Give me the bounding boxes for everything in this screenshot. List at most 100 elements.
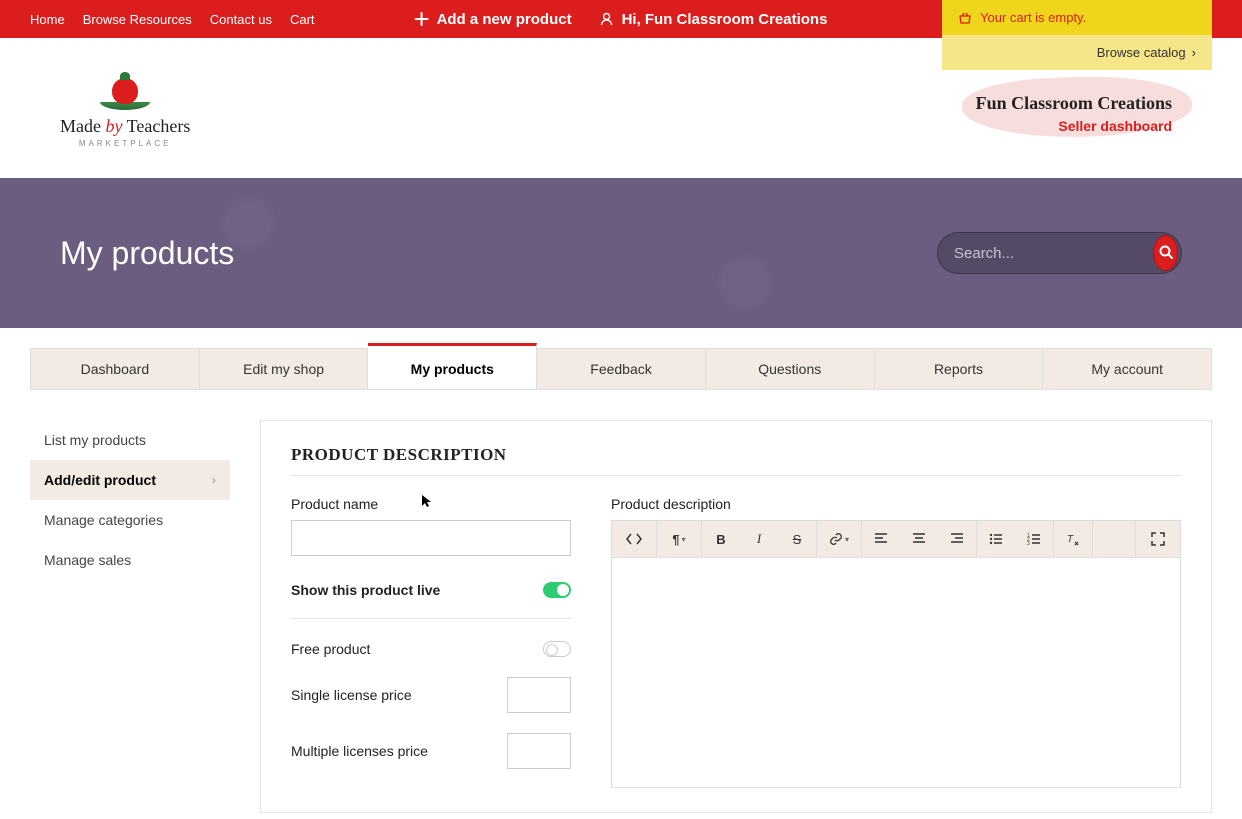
sidebar-item-manage-sales[interactable]: Manage sales [30, 540, 230, 580]
nav-contact-us[interactable]: Contact us [210, 12, 272, 27]
sidebar-item-add-edit-product[interactable]: Add/edit product › [30, 460, 230, 500]
sidebar-item-label: List my products [44, 432, 146, 448]
top-nav-center: Add a new product Hi, Fun Classroom Crea… [415, 11, 828, 28]
svg-text:T: T [1067, 534, 1074, 545]
browse-catalog-row[interactable]: Browse catalog › [942, 35, 1212, 70]
fullscreen-icon [1151, 532, 1165, 546]
search-button[interactable] [1153, 235, 1178, 271]
plus-icon [415, 12, 429, 26]
rte-fullscreen-button[interactable] [1136, 521, 1180, 557]
logo-icon [100, 78, 150, 110]
top-nav-bar: Home Browse Resources Contact us Cart Ad… [0, 0, 1242, 38]
dashboard-badge: Fun Classroom Creations Seller dashboard [976, 93, 1182, 134]
rte-unordered-list-button[interactable] [977, 521, 1015, 557]
cart-empty-row[interactable]: Your cart is empty. [942, 0, 1212, 35]
main-content: List my products Add/edit product › Mana… [0, 390, 1242, 813]
side-menu: List my products Add/edit product › Mana… [30, 420, 230, 813]
main-tabs: Dashboard Edit my shop My products Feedb… [30, 348, 1212, 390]
svg-text:3: 3 [1027, 541, 1030, 545]
site-logo[interactable]: Made by Teachers MARKETPLACE [60, 78, 190, 148]
nav-cart[interactable]: Cart [290, 12, 315, 27]
bold-icon: B [716, 532, 725, 547]
search-icon [1158, 244, 1174, 263]
strikethrough-icon: S [793, 532, 802, 547]
rte-align-right-button[interactable] [938, 521, 976, 557]
divider [291, 618, 571, 619]
rte-bold-button[interactable]: B [702, 521, 740, 557]
rte-align-left-button[interactable] [862, 521, 900, 557]
tab-my-account[interactable]: My account [1043, 349, 1211, 389]
tabs-container: Dashboard Edit my shop My products Feedb… [0, 348, 1242, 390]
chevron-right-icon: › [212, 473, 216, 487]
rte-editor-area[interactable] [611, 558, 1181, 788]
sidebar-item-label: Add/edit product [44, 472, 156, 488]
logo-word-made: Made [60, 116, 105, 136]
single-price-input[interactable] [507, 677, 571, 713]
show-live-label: Show this product live [291, 582, 440, 598]
sidebar-item-label: Manage sales [44, 552, 131, 568]
code-icon [626, 533, 642, 545]
multi-price-label: Multiple licenses price [291, 743, 428, 759]
sidebar-item-label: Manage categories [44, 512, 163, 528]
rte-strikethrough-button[interactable]: S [778, 521, 816, 557]
paragraph-icon: ¶ [672, 532, 679, 547]
free-product-row: Free product [291, 641, 571, 657]
rte-italic-button[interactable]: I [740, 521, 778, 557]
multi-price-input[interactable] [507, 733, 571, 769]
free-product-label: Free product [291, 641, 370, 657]
section-title: PRODUCT DESCRIPTION [291, 445, 1181, 476]
form-columns: Product name Show this product live Free… [291, 496, 1181, 788]
rte-code-view-button[interactable] [612, 521, 656, 557]
clear-format-icon: T [1066, 532, 1080, 546]
cart-empty-text: Your cart is empty. [980, 10, 1086, 25]
dashboard-label: Seller dashboard [976, 118, 1172, 134]
page-banner: My products [0, 178, 1242, 328]
logo-subtitle: MARKETPLACE [60, 139, 190, 148]
product-name-label: Product name [291, 496, 571, 512]
rte-toolbar: ¶ B I S [611, 520, 1181, 558]
sidebar-item-list-products[interactable]: List my products [30, 420, 230, 460]
product-name-input[interactable] [291, 520, 571, 556]
rte-link-button[interactable] [817, 521, 861, 557]
single-price-row: Single license price [291, 677, 571, 713]
rte-clear-formatting-button[interactable]: T [1054, 521, 1092, 557]
add-product-label: Add a new product [437, 11, 572, 28]
shop-name: Fun Classroom Creations [976, 93, 1172, 114]
nav-browse-resources[interactable]: Browse Resources [83, 12, 192, 27]
multi-price-row: Multiple licenses price [291, 733, 571, 769]
basket-icon [958, 11, 972, 25]
logo-word-by: by [105, 116, 122, 136]
rte-ordered-list-button[interactable]: 123 [1015, 521, 1053, 557]
rte-align-center-button[interactable] [900, 521, 938, 557]
numbered-list-icon: 123 [1027, 533, 1041, 545]
tab-my-products[interactable]: My products [368, 343, 537, 389]
free-product-toggle[interactable] [543, 641, 571, 657]
toolbar-spacer [1093, 521, 1136, 557]
chevron-right-icon: › [1192, 45, 1196, 60]
single-price-label: Single license price [291, 687, 412, 703]
browse-catalog-text: Browse catalog [1097, 45, 1186, 60]
search-input[interactable] [954, 245, 1153, 262]
align-left-icon [874, 533, 888, 545]
form-right-column: Product description ¶ B I [611, 496, 1181, 788]
greeting-text: Hi, Fun Classroom Creations [622, 11, 828, 28]
tab-reports[interactable]: Reports [875, 349, 1044, 389]
align-center-icon [912, 533, 926, 545]
italic-icon: I [757, 531, 761, 547]
show-live-toggle[interactable] [543, 582, 571, 598]
link-icon [829, 532, 843, 546]
sidebar-item-manage-categories[interactable]: Manage categories [30, 500, 230, 540]
form-left-column: Product name Show this product live Free… [291, 496, 571, 788]
tab-feedback[interactable]: Feedback [537, 349, 706, 389]
nav-home[interactable]: Home [30, 12, 65, 27]
show-live-row: Show this product live [291, 582, 571, 598]
search-box [937, 232, 1182, 274]
top-nav-left: Home Browse Resources Contact us Cart [30, 12, 315, 27]
tab-questions[interactable]: Questions [706, 349, 875, 389]
form-panel: PRODUCT DESCRIPTION Product name Show th… [260, 420, 1212, 813]
add-new-product-link[interactable]: Add a new product [415, 11, 572, 28]
tab-dashboard[interactable]: Dashboard [31, 349, 200, 389]
rte-paragraph-format-button[interactable]: ¶ [657, 521, 701, 557]
user-greeting-link[interactable]: Hi, Fun Classroom Creations [600, 11, 828, 28]
tab-edit-shop[interactable]: Edit my shop [200, 349, 369, 389]
